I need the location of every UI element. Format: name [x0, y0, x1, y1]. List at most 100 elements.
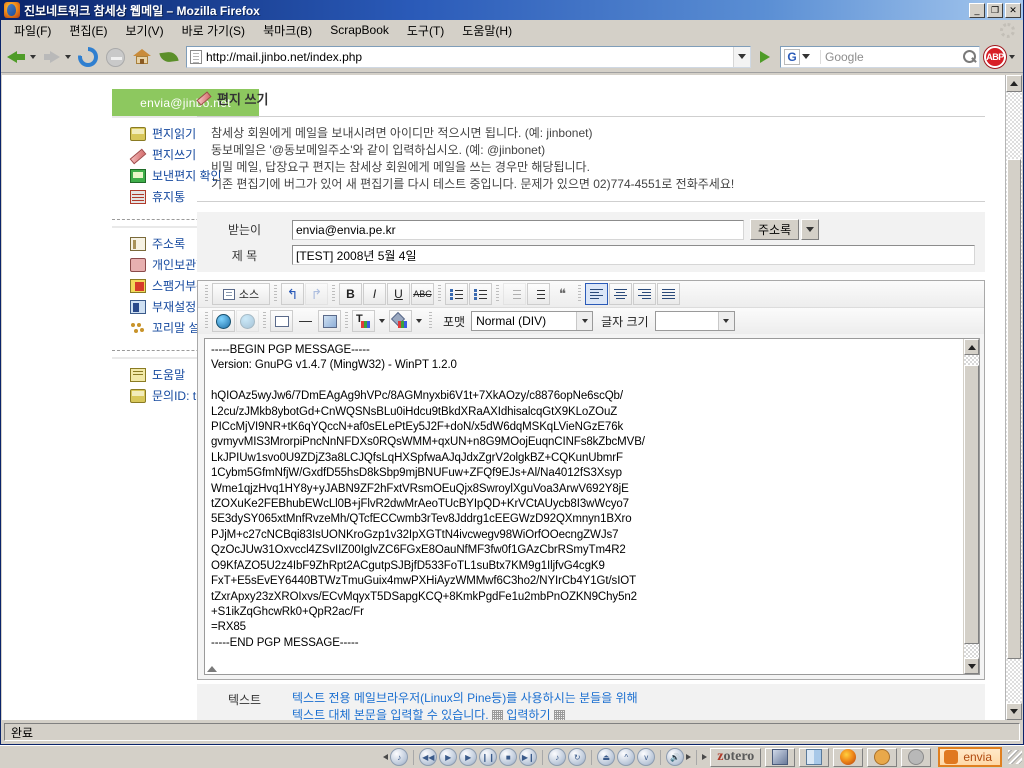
tray-firefox[interactable]: [833, 748, 863, 767]
background-color-button[interactable]: [389, 310, 412, 332]
tray-expand-icon[interactable]: [702, 754, 707, 760]
strikethrough-button[interactable]: ABC: [411, 283, 434, 305]
music-note-icon[interactable]: ♪: [390, 748, 408, 766]
align-justify-button[interactable]: [657, 283, 680, 305]
adblock-dropdown-icon[interactable]: [1009, 55, 1015, 59]
leaf-icon[interactable]: [156, 44, 182, 70]
tray-app-1[interactable]: [765, 748, 795, 767]
volume-icon[interactable]: 🔊: [666, 748, 684, 766]
chevron-down-icon[interactable]: [718, 312, 734, 330]
search-bar[interactable]: G Google: [780, 46, 980, 68]
background-color-dropdown[interactable]: [413, 310, 425, 332]
menu-bookmarks[interactable]: 북마크(B): [254, 19, 321, 42]
recipient-input[interactable]: envia@envia.pe.kr: [292, 220, 744, 240]
tray-collapse-icon[interactable]: [383, 754, 388, 760]
source-button[interactable]: 소스: [212, 283, 270, 305]
insert-table-button[interactable]: [270, 310, 293, 332]
zotero-button[interactable]: zotero: [710, 748, 761, 767]
go-button[interactable]: [754, 46, 776, 68]
menu-file[interactable]: 파일(F): [5, 19, 60, 42]
menu-edit[interactable]: 편집(E): [60, 19, 116, 42]
align-left-button[interactable]: [585, 283, 608, 305]
page-scroll-up-button[interactable]: [1006, 75, 1022, 92]
forward-dropdown-icon[interactable]: [65, 55, 71, 59]
addressbook-dropdown-icon[interactable]: [801, 219, 819, 240]
toolbar-gripper[interactable]: [205, 312, 208, 330]
url-dropdown-icon[interactable]: [733, 47, 750, 67]
page-scroll-thumb[interactable]: [1007, 159, 1021, 659]
text-color-dropdown[interactable]: [376, 310, 388, 332]
url-bar[interactable]: http://mail.jinbo.net/index.php: [186, 46, 751, 68]
format-select[interactable]: Normal (DIV): [471, 311, 593, 331]
scroll-thumb[interactable]: [964, 365, 979, 644]
minimize-button[interactable]: _: [969, 3, 985, 18]
maximize-button[interactable]: ❐: [987, 3, 1003, 18]
insert-link-button[interactable]: [212, 310, 235, 332]
back-button[interactable]: [5, 45, 29, 69]
back-dropdown-icon[interactable]: [30, 55, 36, 59]
menu-scrapbook[interactable]: ScrapBook: [321, 20, 398, 40]
toolbar-gripper[interactable]: [263, 312, 266, 330]
tray-disabled-app[interactable]: [901, 748, 931, 767]
bold-button[interactable]: B: [339, 283, 362, 305]
fontsize-select[interactable]: [655, 311, 735, 331]
toolbar-gripper[interactable]: [496, 285, 499, 303]
addressbook-button[interactable]: 주소록: [750, 219, 819, 240]
play-button[interactable]: ▶: [459, 748, 477, 766]
menu-tools[interactable]: 도구(T): [398, 19, 453, 42]
subject-input[interactable]: [TEST] 2008년 5월 4일: [292, 245, 975, 265]
menu-go[interactable]: 바로 가기(S): [173, 19, 255, 42]
editor-resize-handle[interactable]: [207, 666, 217, 672]
skip-button[interactable]: ▶❙: [519, 748, 537, 766]
align-center-button[interactable]: [609, 283, 632, 305]
repeat-icon[interactable]: ↻: [568, 748, 586, 766]
volume-expand-icon[interactable]: [686, 754, 691, 760]
scroll-up-button[interactable]: [964, 339, 979, 355]
shuffle-icon[interactable]: ♪: [548, 748, 566, 766]
message-body-text[interactable]: -----BEGIN PGP MESSAGE----- Version: Gnu…: [205, 339, 963, 674]
search-engine-dropdown-icon[interactable]: [802, 54, 810, 59]
stop-button[interactable]: ■: [499, 748, 517, 766]
editor-vertical-scrollbar[interactable]: [963, 339, 979, 674]
outdent-button[interactable]: [503, 283, 526, 305]
toolbar-gripper[interactable]: [205, 285, 208, 303]
eject-button[interactable]: ⏏: [597, 748, 615, 766]
active-window-button[interactable]: envia: [938, 747, 1002, 767]
indent-button[interactable]: [527, 283, 550, 305]
scroll-down-button[interactable]: [964, 658, 979, 674]
next-track-button[interactable]: ▶: [439, 748, 457, 766]
align-right-button[interactable]: [633, 283, 656, 305]
toolbar-gripper[interactable]: [332, 285, 335, 303]
page-vertical-scrollbar[interactable]: [1005, 75, 1022, 720]
pause-button[interactable]: ❙❙: [479, 748, 497, 766]
italic-button[interactable]: I: [363, 283, 386, 305]
resize-grip[interactable]: [1008, 750, 1022, 764]
toolbar-gripper[interactable]: [274, 285, 277, 303]
toolbar-gripper[interactable]: [438, 285, 441, 303]
reload-button[interactable]: [75, 44, 101, 70]
redo-button[interactable]: ↱: [305, 283, 328, 305]
underline-button[interactable]: U: [387, 283, 410, 305]
insert-hr-button[interactable]: [294, 310, 317, 332]
search-icon[interactable]: [959, 47, 979, 67]
chevron-down-icon[interactable]: [576, 312, 592, 330]
text-color-button[interactable]: [352, 310, 375, 332]
url-text[interactable]: http://mail.jinbo.net/index.php: [206, 50, 733, 64]
editor-body[interactable]: -----BEGIN PGP MESSAGE----- Version: Gnu…: [204, 338, 980, 675]
insert-special-button[interactable]: [318, 310, 341, 332]
menu-help[interactable]: 도움말(H): [453, 19, 521, 42]
page-scroll-down-button[interactable]: [1006, 703, 1022, 720]
close-button[interactable]: ✕: [1005, 3, 1021, 18]
text-alt-input-link[interactable]: 입력하기: [506, 708, 550, 720]
volume-down-button[interactable]: v: [637, 748, 655, 766]
toolbar-gripper[interactable]: [429, 312, 432, 330]
unlink-button[interactable]: [236, 310, 259, 332]
home-button[interactable]: [129, 44, 155, 70]
menu-view[interactable]: 보기(V): [116, 19, 172, 42]
forward-button[interactable]: [40, 45, 64, 69]
ordered-list-button[interactable]: [445, 283, 468, 305]
previous-track-button[interactable]: ◀◀: [419, 748, 437, 766]
tray-app-2[interactable]: [799, 748, 829, 767]
toolbar-gripper[interactable]: [578, 285, 581, 303]
stop-button[interactable]: [102, 44, 128, 70]
